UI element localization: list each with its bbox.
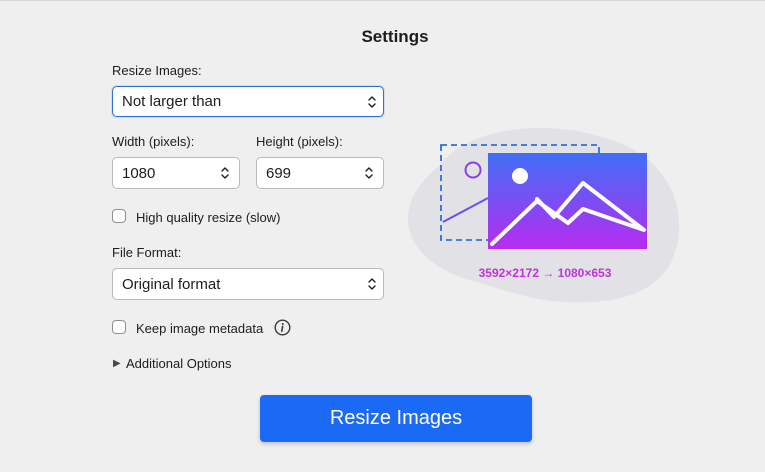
window-top-border: [0, 0, 765, 1]
stepper-arrows-icon[interactable]: [220, 166, 230, 180]
height-label: Height (pixels):: [256, 134, 343, 149]
file-format-label: File Format:: [112, 245, 182, 260]
width-stepper[interactable]: 1080: [112, 157, 240, 189]
width-label: Width (pixels):: [112, 134, 195, 149]
chevron-up-down-icon: [368, 278, 376, 290]
stepper-arrows-icon[interactable]: [364, 166, 374, 180]
file-format-value: Original format: [122, 275, 221, 293]
disclosure-triangle-icon[interactable]: ▶: [113, 358, 121, 369]
resize-mode-value: Not larger than: [122, 93, 222, 110]
height-value: 699: [266, 164, 292, 182]
high-quality-checkbox[interactable]: [112, 209, 126, 223]
resize-images-button[interactable]: Resize Images: [260, 395, 532, 442]
resized-sun-icon: [512, 168, 528, 184]
additional-options-toggle[interactable]: Additional Options: [126, 356, 232, 371]
info-icon[interactable]: [274, 319, 291, 336]
high-quality-label[interactable]: High quality resize (slow): [136, 210, 281, 225]
keep-metadata-label[interactable]: Keep image metadata: [136, 321, 263, 336]
resize-mode-select[interactable]: Not larger than: [112, 86, 384, 117]
page-title: Settings: [361, 27, 429, 46]
resize-images-label: Resize Images:: [112, 63, 202, 78]
chevron-up-down-icon: [368, 95, 376, 108]
width-value: 1080: [122, 164, 156, 182]
file-format-select[interactable]: Original format: [112, 268, 384, 300]
keep-metadata-checkbox[interactable]: [112, 320, 126, 334]
dimensions-caption: 3592×2172 → 1080×653: [478, 266, 612, 280]
height-stepper[interactable]: 699: [256, 157, 384, 189]
